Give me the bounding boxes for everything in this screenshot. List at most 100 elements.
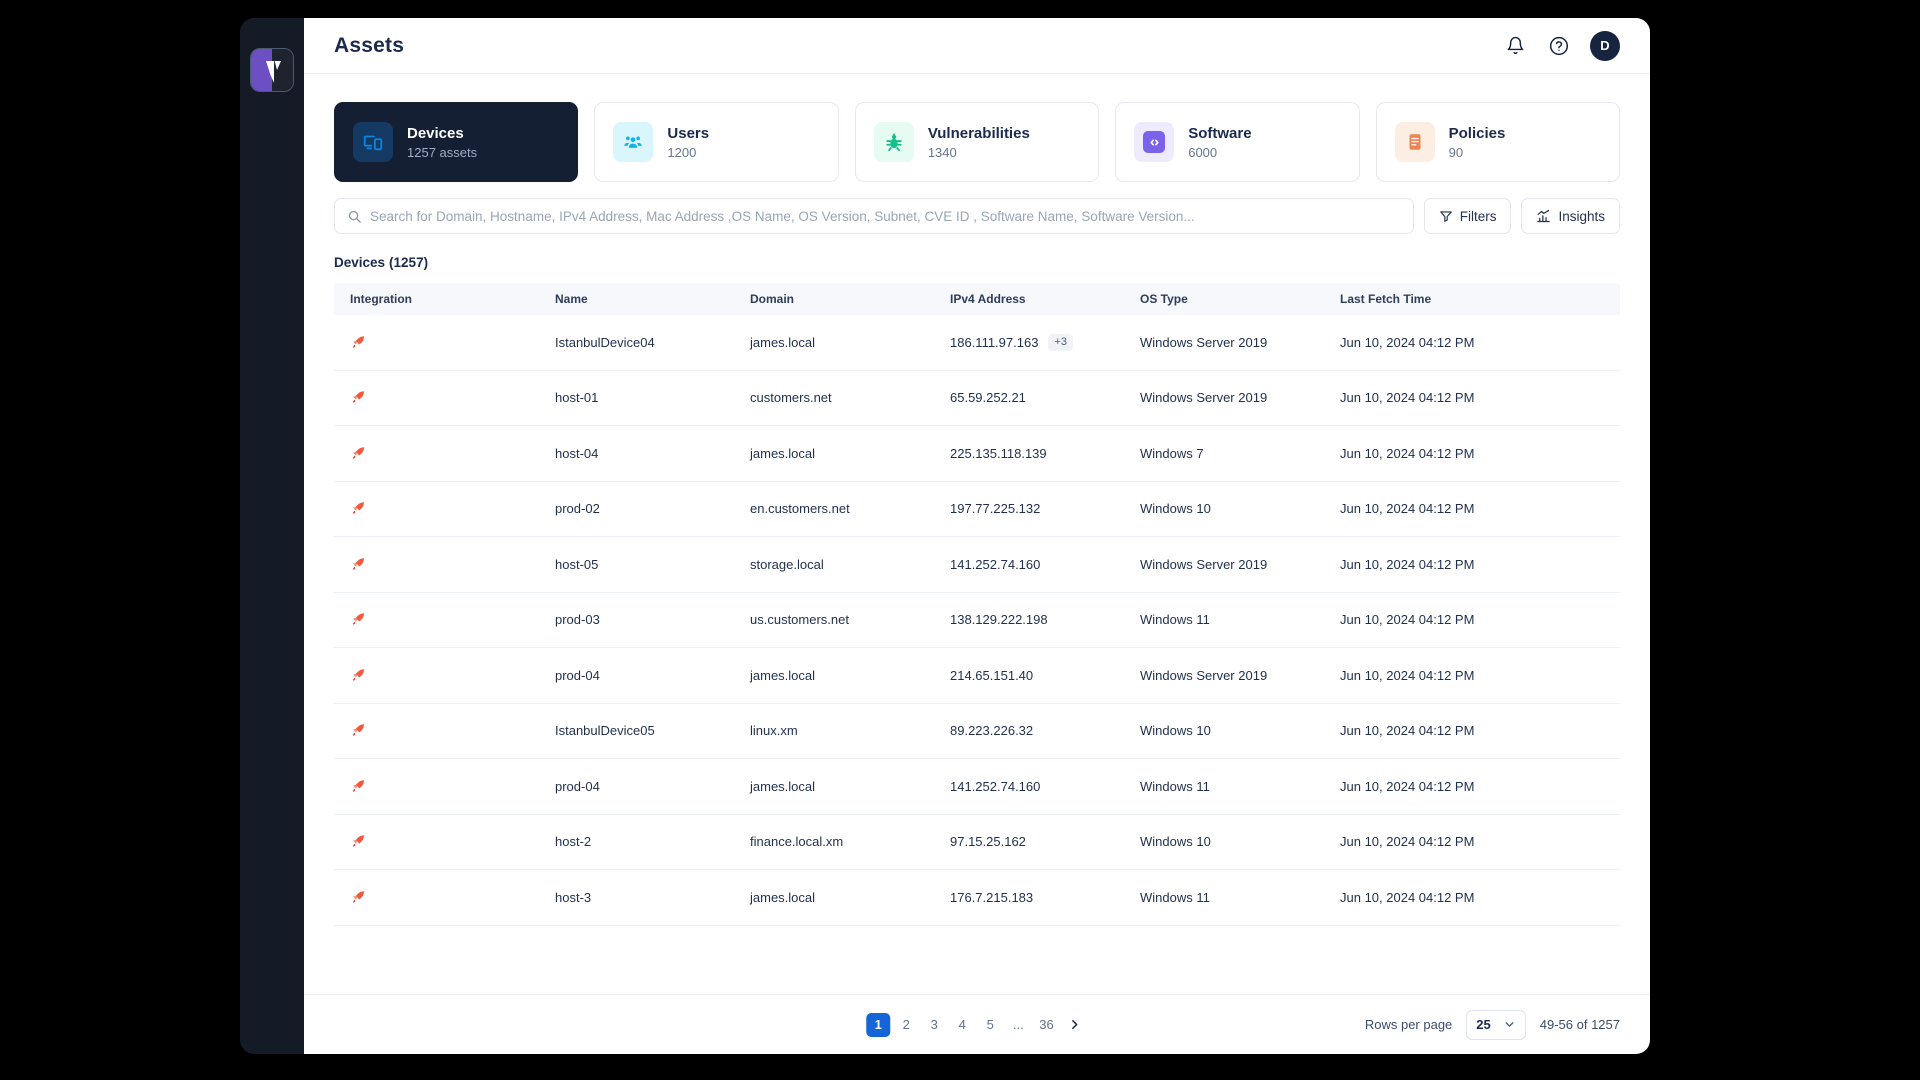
column-header-integration[interactable]: Integration (334, 292, 539, 306)
card-users[interactable]: Users 1200 (594, 102, 839, 182)
rocket-icon[interactable] (350, 611, 367, 628)
table-row[interactable]: prod-04 james.local 214.65.151.40 Windows S… (334, 648, 1620, 704)
pagination: 1 2 3 4 5... 36 (866, 1012, 1088, 1037)
cell-os-type: Windows 10 (1140, 501, 1211, 517)
cell-name[interactable]: host-3 (539, 890, 734, 905)
cell-os-type: Windows Server 2019 (1140, 334, 1268, 350)
card-vulnerabilities[interactable]: Vulnerabilities 1340 (854, 102, 1100, 182)
rows-per-page-label: Rows per page (1364, 1017, 1453, 1032)
topbar-actions: D (1502, 30, 1620, 61)
cell-name[interactable]: IstanbulDevice04 (539, 335, 734, 350)
pagination-page-5[interactable]: 5 (978, 1013, 1002, 1037)
table-row[interactable]: host-05 storage.local 141.252.74.160 Window… (334, 537, 1620, 593)
search-box[interactable] (334, 198, 1414, 234)
cell-os-type: Windows 11 (1140, 889, 1210, 905)
ip-extra-badge[interactable]: +3 (1048, 333, 1073, 351)
ip-value: 89.223.226.32 (950, 723, 1034, 739)
cell-name[interactable]: prod-04 (539, 779, 734, 794)
card-users-value: 1200 (667, 144, 697, 160)
pagination-page-4[interactable]: 4 (950, 1013, 974, 1037)
table-row[interactable]: prod-04 james.local 141.252.74.160 Windows … (334, 759, 1620, 815)
cell-name[interactable]: host-04 (539, 446, 734, 461)
rocket-icon[interactable] (350, 889, 367, 906)
card-policies[interactable]: Policies 90 (1375, 102, 1621, 182)
cell-os-type: Windows 11 (1140, 612, 1210, 628)
app-window: Assets D Devices 1257 assets Users 1200 … (240, 18, 1650, 1054)
cell-name[interactable]: prod-02 (539, 501, 734, 516)
rocket-icon[interactable] (350, 334, 367, 351)
rocket-icon[interactable] (350, 722, 367, 739)
filters-button[interactable]: Filters (1423, 198, 1512, 234)
cell-domain: storage.local (750, 556, 824, 572)
pagination-page-36[interactable]: 36 (1034, 1013, 1058, 1037)
cell-last-fetch: Jun 10, 2024 04:12 PM (1340, 612, 1475, 628)
table-row[interactable]: prod-02 en.customers.net 197.77.225.132 Win… (334, 482, 1620, 537)
cell-os-type: Windows 10 (1140, 834, 1211, 850)
chart-bars-icon (1536, 209, 1551, 224)
ip-value: 141.252.74.160 (950, 778, 1041, 794)
question-circle-icon[interactable] (1546, 33, 1572, 59)
cell-name[interactable]: host-05 (539, 557, 734, 572)
cell-os-type: Windows Server 2019 (1140, 556, 1268, 572)
cell-last-fetch: Jun 10, 2024 04:12 PM (1340, 445, 1475, 461)
table-row[interactable]: IstanbulDevice05 linux.xm 89.223.226.32 Win… (334, 704, 1620, 759)
rocket-icon[interactable] (350, 445, 367, 462)
cell-name[interactable]: IstanbulDevice05 (539, 723, 734, 738)
cell-ipv4: 197.77.225.132 (934, 501, 1124, 516)
bell-icon[interactable] (1502, 33, 1528, 59)
table-row[interactable]: host-2 finance.local.xm 97.15.25.162 Window… (334, 815, 1620, 870)
card-devices[interactable]: Devices 1257 assets (334, 102, 579, 182)
cell-name[interactable]: host-2 (539, 834, 734, 849)
table-row[interactable]: prod-03 us.customers.net 138.129.222.198 Wi… (334, 593, 1620, 648)
ip-value: 197.77.225.132 (950, 501, 1041, 517)
table-row[interactable]: host-04 james.local 225.135.118.139 Windows… (334, 426, 1620, 482)
card-software[interactable]: Software 6000 (1115, 102, 1360, 182)
pagination-page-3[interactable]: 3 (922, 1013, 946, 1037)
pagination-ellipsis: ... (1012, 1017, 1024, 1032)
rows-per-page-select[interactable]: 25 (1466, 1009, 1526, 1040)
card-software-value: 6000 (1188, 144, 1218, 160)
search-row: Filters Insights (334, 198, 1620, 234)
cell-ipv4: 89.223.226.32 (934, 723, 1124, 738)
column-header-os-type[interactable]: OS Type (1124, 292, 1324, 306)
rocket-icon[interactable] (350, 833, 367, 850)
pagination-page-1[interactable]: 1 (866, 1012, 891, 1037)
avatar[interactable]: D (1590, 30, 1620, 61)
cell-name[interactable]: prod-03 (539, 612, 734, 627)
table-footer: 1 2 3 4 5... 36 Rows per page 25 49-56 of 125… (304, 994, 1650, 1054)
pagination-page-2[interactable]: 2 (894, 1013, 918, 1037)
card-devices-label: Devices (407, 124, 464, 142)
insights-button[interactable]: Insights (1521, 198, 1620, 234)
column-header-last-fetch[interactable]: Last Fetch Time (1324, 292, 1620, 306)
cell-os-type: Windows 7 (1140, 445, 1204, 461)
cell-ipv4: 141.252.74.160 (934, 779, 1124, 794)
column-header-domain[interactable]: Domain (734, 292, 934, 306)
cell-name[interactable]: host-01 (539, 390, 734, 405)
column-header-name[interactable]: Name (539, 292, 734, 306)
rocket-icon[interactable] (350, 556, 367, 573)
cell-integration (334, 778, 539, 795)
cell-ipv4: 225.135.118.139 (934, 446, 1124, 461)
rocket-icon[interactable] (350, 500, 367, 517)
logo-glyph-icon (266, 61, 281, 83)
table-row[interactable]: host-01 customers.net 65.59.252.21 Windows … (334, 371, 1620, 426)
cell-os-type: Windows Server 2019 (1140, 390, 1268, 406)
range-indicator: 49-56 of 1257 (1539, 1017, 1620, 1032)
cell-integration (334, 611, 539, 628)
table-row[interactable]: IstanbulDevice04 james.local 186.111.97.16… (334, 315, 1620, 371)
vicarius-logo[interactable] (250, 48, 294, 92)
chevron-right-icon[interactable] (1063, 1013, 1088, 1037)
footer-right: Rows per page 25 49-56 of 1257 (1364, 1009, 1620, 1040)
rocket-icon[interactable] (350, 667, 367, 684)
column-header-ipv4[interactable]: IPv4 Address (934, 292, 1124, 306)
search-icon (347, 209, 362, 224)
cell-ipv4: 214.65.151.40 (934, 668, 1124, 683)
table-body: IstanbulDevice04 james.local 186.111.97.16… (334, 315, 1620, 926)
search-input[interactable] (370, 208, 1401, 224)
rocket-icon[interactable] (350, 389, 367, 406)
cell-ipv4: 141.252.74.160 (934, 557, 1124, 572)
rocket-icon[interactable] (350, 778, 367, 795)
table-row[interactable]: host-3 james.local 176.7.215.183 Windows 11… (334, 870, 1620, 926)
cell-name[interactable]: prod-04 (539, 668, 734, 683)
funnel-icon (1439, 209, 1453, 223)
